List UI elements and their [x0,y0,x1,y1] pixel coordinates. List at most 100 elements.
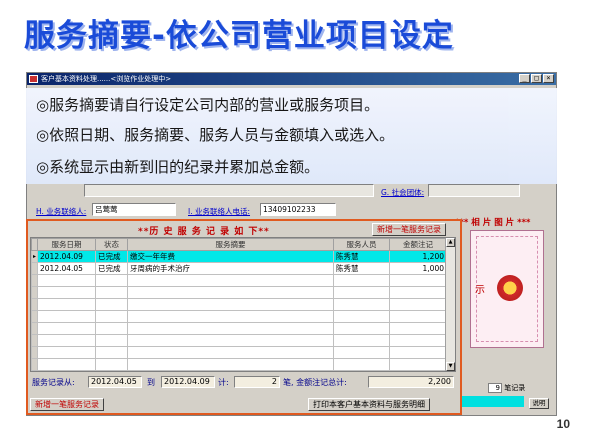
empty-cell[interactable] [95,286,128,299]
header-status[interactable]: 状态 [95,238,128,251]
table-header-row: 服务日期 状态 服务摘要 服务人员 金额注记 [31,238,447,251]
social-group-field[interactable] [428,184,520,197]
table-row[interactable]: ▸ 2012.04.09 已完成 缴交一年年费 陈秀慧 1,200 [31,250,447,263]
empty-cell[interactable] [389,310,447,323]
empty-cell[interactable] [389,346,447,359]
add-service-record-button-bottom[interactable]: 新增一笔服务记录 [30,398,104,411]
form-field-blank[interactable] [84,184,374,197]
table-row-empty[interactable] [31,334,447,347]
header-summary[interactable]: 服务摘要 [127,238,334,251]
page-number: 10 [556,417,570,431]
table-row-empty[interactable] [31,346,447,359]
contact-field[interactable]: 吕莺莺 [92,203,176,216]
table-row-empty[interactable] [31,274,447,287]
maximize-button[interactable]: □ [531,74,542,83]
empty-cell[interactable] [389,286,447,299]
empty-cell[interactable] [37,334,96,347]
table-row[interactable]: 2012.04.05 已完成 牙周病的手术治疗 陈秀慧 1,000 [31,262,447,275]
header-staff[interactable]: 服务人员 [333,238,390,251]
photo-frame: 示 [470,230,544,348]
scroll-up-arrow-icon[interactable]: ▲ [446,238,455,247]
cell-summary[interactable]: 牙周病的手术治疗 [127,262,334,275]
empty-cell[interactable] [127,298,334,311]
empty-cell[interactable] [389,358,447,371]
window-titlebar: 客户基本资料处理......<浏览作业处理中> _ □ × [27,73,556,85]
empty-cell[interactable] [127,286,334,299]
cell-staff[interactable]: 陈秀慧 [333,262,390,275]
empty-cell[interactable] [37,358,96,371]
empty-cell[interactable] [333,358,390,371]
empty-cell[interactable] [333,286,390,299]
header-amount[interactable]: 金额注记 [389,238,447,251]
summary-from-value[interactable]: 2012.04.05 [88,376,142,388]
add-service-record-button-top[interactable]: 新增一笔服务记录 [372,223,446,236]
table-row-empty[interactable] [31,310,447,323]
summary-count-value: 2 [234,376,280,388]
close-button[interactable]: × [543,74,554,83]
empty-cell[interactable] [37,286,96,299]
empty-cell[interactable] [127,358,334,371]
empty-cell[interactable] [95,322,128,335]
empty-cell[interactable] [333,274,390,287]
table-row-empty[interactable] [31,286,447,299]
empty-cell[interactable] [127,346,334,359]
app-icon [29,75,38,83]
empty-cell[interactable] [127,322,334,335]
empty-cell[interactable] [37,310,96,323]
record-count-value: 9 [488,383,502,393]
cell-status[interactable]: 已完成 [95,262,128,275]
empty-cell[interactable] [389,274,447,287]
empty-cell[interactable] [37,298,96,311]
empty-cell[interactable] [127,274,334,287]
empty-cell[interactable] [333,334,390,347]
empty-cell[interactable] [333,346,390,359]
table-row-empty[interactable] [31,358,447,371]
empty-cell[interactable] [333,322,390,335]
empty-cell[interactable] [389,334,447,347]
empty-cell[interactable] [95,346,128,359]
history-table: 服务日期 状态 服务摘要 服务人员 金额注记 ▸ 2012.04.09 已完成 … [31,238,447,371]
empty-cell[interactable] [333,298,390,311]
cell-date[interactable]: 2012.04.05 [37,262,96,275]
empty-cell[interactable] [333,310,390,323]
summary-bar: 服务记录从: 2012.04.05 到 2012.04.09 计: 2 笔, 金… [30,375,456,390]
scroll-down-arrow-icon[interactable]: ▼ [446,362,455,371]
contact-label: H. 业务联络人: [36,207,87,216]
cell-date[interactable]: 2012.04.09 [37,250,96,263]
summary-total-label: 笔, 金额注记总计: [283,378,347,387]
grid-scrollbar[interactable]: ▲ ▼ [445,238,455,371]
empty-cell[interactable] [389,322,447,335]
empty-cell[interactable] [95,358,128,371]
empty-cell[interactable] [95,334,128,347]
header-date[interactable]: 服务日期 [37,238,96,251]
contact-phone-label: I. 业务联络人电话: [188,207,251,216]
empty-cell[interactable] [95,310,128,323]
empty-cell[interactable] [389,298,447,311]
cell-status[interactable]: 已完成 [95,250,128,263]
empty-cell[interactable] [127,310,334,323]
callout-box: ◎服务摘要请自行设定公司内部的营业或服务项目。 ◎依照日期、服务摘要、服务人员与… [26,88,557,184]
empty-cell[interactable] [37,322,96,335]
cell-staff[interactable]: 陈秀慧 [333,250,390,263]
summary-from-label: 服务记录从: [32,378,75,387]
photo-heading: *** 相 片 图 片 *** [455,218,531,228]
history-grid: 服务日期 状态 服务摘要 服务人员 金额注记 ▸ 2012.04.09 已完成 … [30,237,456,372]
print-customer-detail-button[interactable]: 打印本客户基本资料与服务明细 [308,398,430,411]
summary-to-value[interactable]: 2012.04.09 [161,376,215,388]
photo-label: 示 [475,285,485,296]
empty-cell[interactable] [37,274,96,287]
table-row-empty[interactable] [31,298,447,311]
contact-phone-field[interactable]: 13409102233 [260,203,336,216]
table-row-empty[interactable] [31,322,447,335]
empty-cell[interactable] [95,274,128,287]
cell-summary[interactable]: 缴交一年年费 [127,250,334,263]
empty-cell[interactable] [127,334,334,347]
empty-cell[interactable] [37,346,96,359]
help-button[interactable]: 说明 [529,398,549,409]
empty-cell[interactable] [95,298,128,311]
minimize-button[interactable]: _ [519,74,530,83]
cell-amount[interactable]: 1,200 [389,250,447,263]
summary-count-label: 计: [218,378,229,387]
callout-bullet: ◎依照日期、服务摘要、服务人员与金额填入或选入。 [36,126,395,144]
cell-amount[interactable]: 1,000 [389,262,447,275]
